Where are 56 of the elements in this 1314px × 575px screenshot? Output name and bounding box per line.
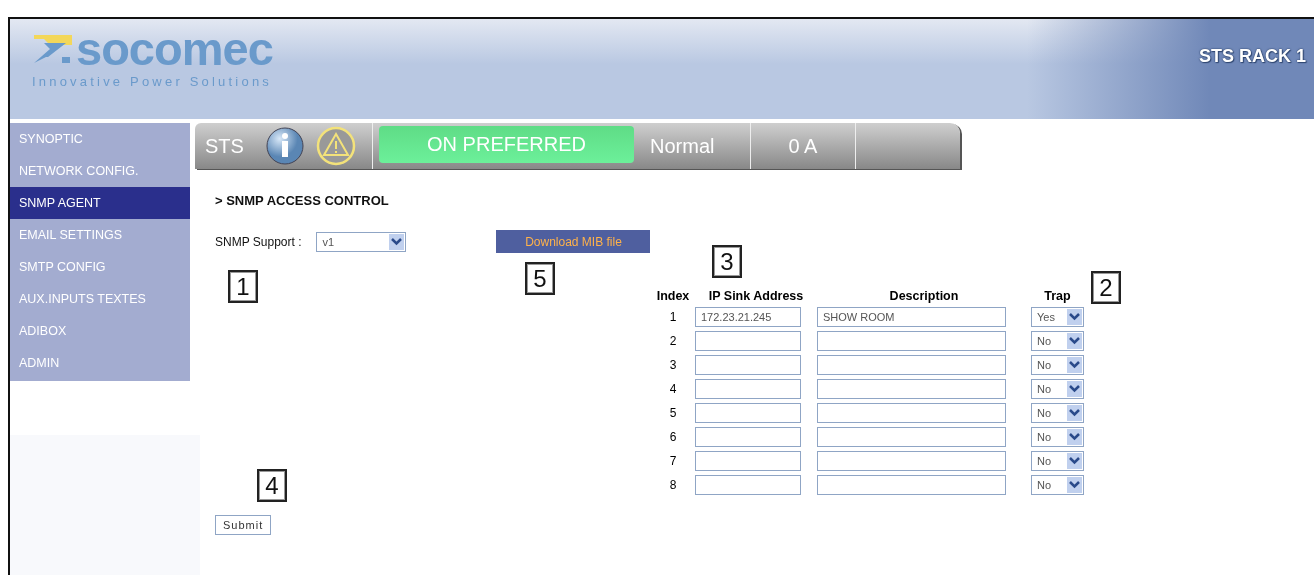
column-header: Index bbox=[655, 289, 691, 303]
row-index: 2 bbox=[668, 334, 678, 348]
ip-address-field[interactable] bbox=[695, 355, 801, 375]
status-current: 0 A bbox=[751, 123, 856, 169]
row-index: 5 bbox=[668, 406, 678, 420]
description-field[interactable] bbox=[817, 403, 1006, 423]
column-header: Trap bbox=[1043, 289, 1072, 303]
callout-number: 3 bbox=[712, 245, 742, 278]
tagline: Innovative Power Solutions bbox=[32, 74, 273, 89]
row-index: 1 bbox=[668, 310, 678, 324]
info-icon[interactable] bbox=[266, 127, 304, 165]
row-index: 4 bbox=[668, 382, 678, 396]
trap-dropdown[interactable]: No bbox=[1031, 427, 1084, 447]
callout-number: 4 bbox=[257, 469, 287, 502]
trap-dropdown[interactable]: No bbox=[1031, 331, 1084, 351]
ip-address-field[interactable] bbox=[695, 451, 801, 471]
device-name: STS RACK 1 bbox=[1199, 45, 1307, 67]
snmp-support-dropdown[interactable]: v1 bbox=[316, 231, 407, 252]
description-field[interactable]: SHOW ROOM bbox=[817, 307, 1006, 327]
callout-number: 1 bbox=[228, 270, 258, 303]
logo-icon bbox=[32, 33, 72, 65]
ip-address-field[interactable] bbox=[695, 403, 801, 423]
trap-dropdown[interactable]: Yes bbox=[1031, 307, 1084, 327]
status-state: ON PREFERRED bbox=[379, 126, 634, 163]
callout-number: 2 bbox=[1091, 271, 1121, 304]
description-field[interactable] bbox=[817, 331, 1006, 351]
trap-dropdown[interactable]: No bbox=[1031, 451, 1084, 471]
description-field[interactable] bbox=[817, 427, 1006, 447]
ip-address-field[interactable] bbox=[695, 475, 801, 495]
column-header: IP Sink Address bbox=[707, 289, 805, 303]
ip-address-field[interactable] bbox=[695, 379, 801, 399]
field-label: SNMP Support : bbox=[215, 234, 302, 249]
description-field[interactable] bbox=[817, 379, 1006, 399]
brand-logo-text: socomec bbox=[76, 26, 273, 72]
status-mode: Normal bbox=[638, 123, 751, 169]
row-index: 6 bbox=[668, 430, 678, 444]
description-field[interactable] bbox=[817, 475, 1006, 495]
status-device: STS bbox=[204, 133, 245, 159]
description-field[interactable] bbox=[817, 451, 1006, 471]
trap-dropdown[interactable]: No bbox=[1031, 379, 1084, 399]
row-index: 8 bbox=[668, 478, 678, 492]
ip-address-field[interactable] bbox=[695, 331, 801, 351]
callout-number: 5 bbox=[525, 262, 555, 295]
description-field[interactable] bbox=[817, 355, 1006, 375]
ip-address-field[interactable]: 172.23.21.245 bbox=[695, 307, 801, 327]
row-index: 7 bbox=[668, 454, 678, 468]
warning-icon[interactable] bbox=[316, 126, 356, 166]
submit-button[interactable]: Submit bbox=[215, 515, 272, 535]
row-index: 3 bbox=[668, 358, 678, 372]
column-header: Description bbox=[888, 289, 960, 303]
trap-dropdown[interactable]: No bbox=[1031, 355, 1084, 375]
trap-dropdown[interactable]: No bbox=[1031, 403, 1084, 423]
page-title: > SNMP ACCESS CONTROL bbox=[215, 193, 390, 208]
sidebar-item[interactable]: SNMP AGENT bbox=[10, 187, 190, 219]
trap-dropdown[interactable]: No bbox=[1031, 475, 1084, 495]
ip-address-field[interactable] bbox=[695, 427, 801, 447]
